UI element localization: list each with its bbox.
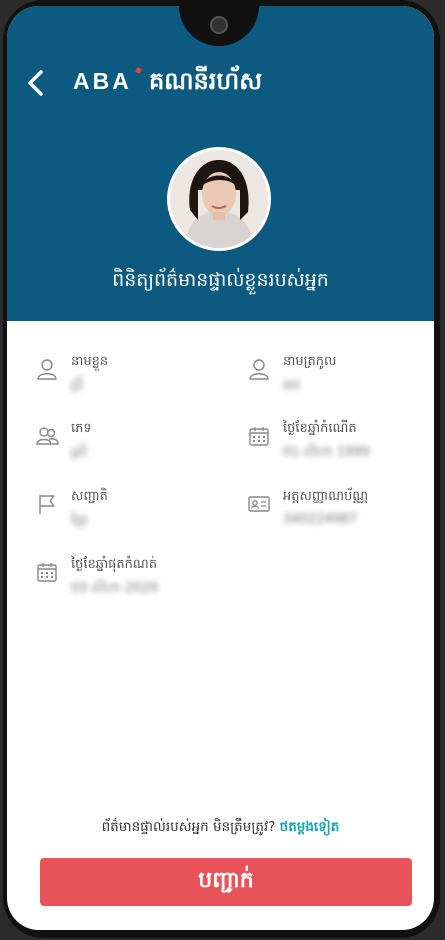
field-first-name: នាមខ្លួន ប្រី — [35, 353, 210, 403]
confirm-button[interactable]: បញ្ជាក់ — [40, 858, 412, 906]
back-button[interactable] — [21, 68, 51, 98]
gender-value: ស្រី — [71, 445, 88, 460]
incorrect-info-prompt: ព័ត៌មានផ្ទាល់របស់អ្នក មិនត្រឹមត្រូវ? ថតម… — [7, 818, 434, 838]
header: ABA គណនីរហ័ស ពិនិត្យព័ត៌មានផ្ទាល់ខ្លួនរប… — [7, 6, 434, 321]
camera-notch — [179, 6, 259, 46]
expiry-label: ថ្ងៃខែឆ្នាំផុតកំណត់ — [71, 557, 158, 572]
field-dob: ថ្ងៃខែឆ្នាំកំណើត 01 សីហា 1999 — [247, 420, 422, 470]
retake-link[interactable]: ថតម្តងទៀត — [280, 819, 340, 835]
id-number-value: 340224987 — [283, 512, 358, 527]
field-last-name: នាមត្រកូល ឆាវ — [247, 353, 422, 403]
gender-label: ភេទ — [71, 421, 92, 436]
back-arrow-icon — [28, 70, 43, 96]
incorrect-info-text: ព័ត៌មានផ្ទាល់របស់អ្នក មិនត្រឹមត្រូវ? — [101, 819, 276, 835]
nationality-label: សញ្ជាតិ — [71, 489, 108, 504]
brand-logo: ABA — [73, 68, 132, 94]
calendar-icon — [37, 563, 57, 582]
page-title: គណនីរហ័ស — [149, 67, 263, 95]
phone-frame: ABA គណនីរហ័ស ពិនិត្យព័ត៌មានផ្ទាល់ខ្លួនរប… — [3, 0, 440, 938]
user-icon — [37, 359, 57, 380]
avatar — [167, 147, 271, 251]
calendar-icon — [249, 427, 269, 446]
brand-logo-mark — [135, 67, 142, 74]
field-gender: ភេទ ស្រី — [35, 420, 210, 470]
field-expiry: ថ្ងៃខែឆ្នាំផុតកំណត់ 03 សីហា 2029 — [35, 556, 235, 606]
users-icon — [36, 427, 59, 445]
id-card-icon — [248, 496, 270, 512]
screen: ABA គណនីរហ័ស ពិនិត្យព័ត៌មានផ្ទាល់ខ្លួនរប… — [7, 6, 434, 930]
flag-icon — [39, 495, 55, 514]
dob-value: 01 សីហា 1999 — [283, 445, 370, 460]
dob-label: ថ្ងៃខែឆ្នាំកំណើត — [283, 421, 357, 436]
first-name-value: ប្រី — [71, 378, 84, 393]
expiry-value: 03 សីហា 2029 — [71, 581, 158, 596]
last-name-label: នាមត្រកូល — [283, 354, 337, 369]
field-nationality: សញ្ជាតិ ខ្មែរ — [35, 488, 210, 538]
page-subtitle: ពិនិត្យព័ត៌មានផ្ទាល់ខ្លួនរបស់អ្នក — [112, 269, 329, 291]
id-number-label: អត្តសញ្ញាណប័ណ្ណ — [283, 489, 369, 504]
nationality-value: ខ្មែរ — [71, 513, 88, 528]
field-id-number: អត្តសញ្ញាណប័ណ្ណ 340224987 — [247, 488, 422, 538]
user-icon — [249, 359, 269, 380]
last-name-value: ឆាវ — [283, 378, 300, 393]
first-name-label: នាមខ្លួន — [71, 354, 109, 369]
camera-icon — [210, 16, 228, 34]
profile-photo — [170, 150, 268, 248]
